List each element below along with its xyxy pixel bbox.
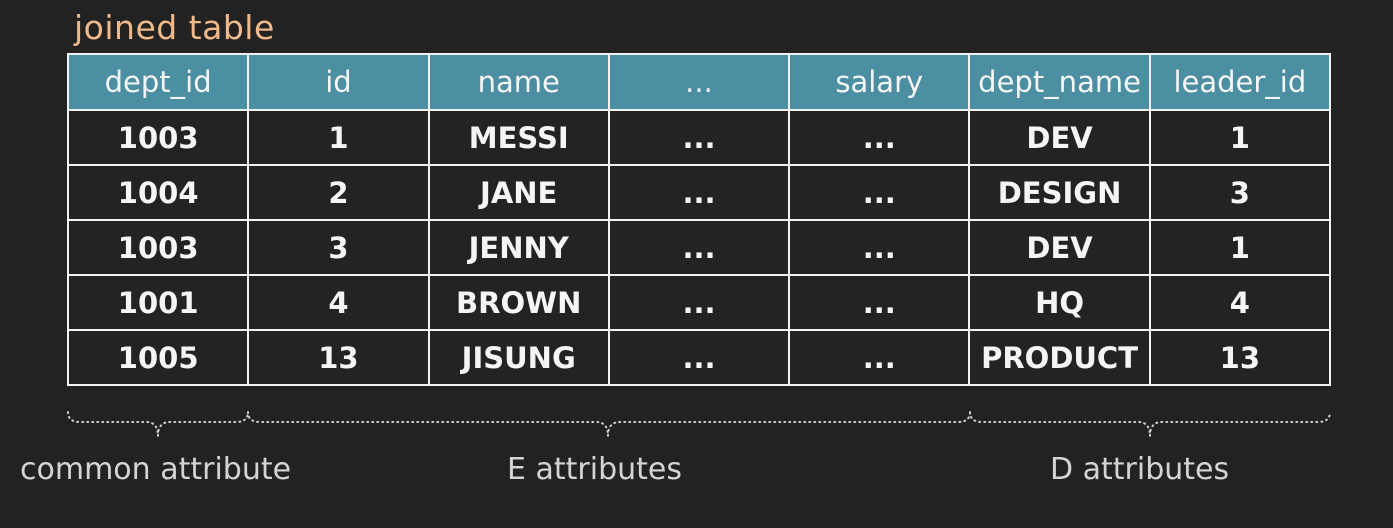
table-cell: ... (607, 109, 791, 166)
table-cell: DEV (968, 219, 1151, 276)
table-cell: 4 (247, 274, 430, 331)
e-attributes-brace (247, 411, 971, 437)
table-row: 1001 4 BROWN ... ... HQ 4 (66, 274, 1332, 331)
table-cell: PRODUCT (968, 329, 1151, 386)
table-cell: ... (607, 164, 791, 221)
table-cell: 1 (1148, 109, 1332, 166)
table-cell: ... (788, 219, 971, 276)
header-cell: name (427, 53, 610, 111)
d-attributes-brace (969, 411, 1331, 437)
header-cell: dept_name (968, 53, 1151, 111)
table-cell: 4 (1148, 274, 1332, 331)
table-cell: ... (788, 329, 971, 386)
table-cell: JISUNG (427, 329, 610, 386)
table-cell: 1 (247, 109, 430, 166)
grouping-braces (67, 411, 1331, 437)
table-cell: ... (607, 329, 791, 386)
table-cell: ... (607, 274, 791, 331)
header-cell: ... (607, 53, 791, 111)
table-cell: JENNY (427, 219, 610, 276)
header-cell: dept_id (66, 53, 250, 111)
table-cell: JANE (427, 164, 610, 221)
table-cell: 1003 (66, 109, 250, 166)
table-row: 1003 3 JENNY ... ... DEV 1 (66, 219, 1332, 276)
table-cell: DESIGN (968, 164, 1151, 221)
table-cell: ... (788, 109, 971, 166)
table-cell: ... (788, 274, 971, 331)
common-attribute-brace (67, 411, 249, 437)
table-cell: ... (788, 164, 971, 221)
table-cell: 3 (1148, 164, 1332, 221)
table-cell: BROWN (427, 274, 610, 331)
header-cell: leader_id (1148, 53, 1332, 111)
table-cell: MESSI (427, 109, 610, 166)
diagram-title: joined table (74, 8, 275, 47)
e-attributes-label: E attributes (507, 452, 682, 487)
table-cell: 13 (247, 329, 430, 386)
common-attribute-label: common attribute (20, 452, 292, 487)
table-cell: 13 (1148, 329, 1332, 386)
d-attributes-label: D attributes (1050, 452, 1230, 487)
table-cell: 3 (247, 219, 430, 276)
table-cell: 1005 (66, 329, 250, 386)
table-row: 1003 1 MESSI ... ... DEV 1 (66, 109, 1332, 166)
header-cell: salary (788, 53, 971, 111)
table-cell: 2 (247, 164, 430, 221)
joined-table: dept_id id name ... salary dept_name lea… (66, 53, 1332, 386)
header-cell: id (247, 53, 430, 111)
header-row: dept_id id name ... salary dept_name lea… (66, 53, 1332, 111)
table-cell: 1004 (66, 164, 250, 221)
table-cell: 1001 (66, 274, 250, 331)
table-cell: 1003 (66, 219, 250, 276)
table-cell: 1 (1148, 219, 1332, 276)
table-row: 1005 13 JISUNG ... ... PRODUCT 13 (66, 329, 1332, 386)
table-cell: HQ (968, 274, 1151, 331)
table-cell: ... (607, 219, 791, 276)
table-cell: DEV (968, 109, 1151, 166)
table-row: 1004 2 JANE ... ... DESIGN 3 (66, 164, 1332, 221)
